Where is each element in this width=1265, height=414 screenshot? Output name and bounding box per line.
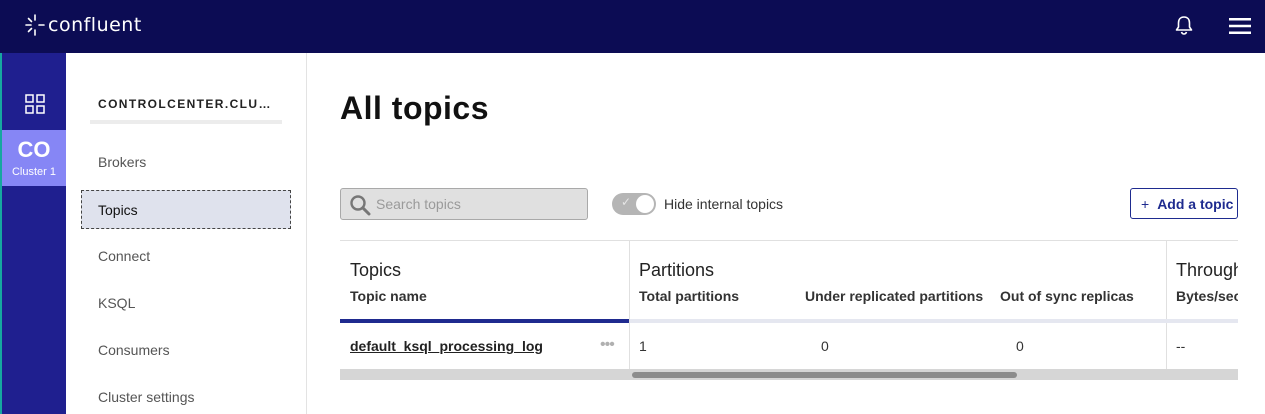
check-icon: ✓	[621, 195, 632, 209]
nav-item-connect[interactable]: Connect	[98, 248, 150, 264]
cluster-title: CONTROLCENTER.CLUSTER	[98, 97, 278, 111]
cluster-nav: CONTROLCENTER.CLUSTER Brokers Topics Con…	[66, 53, 307, 414]
cluster-title-underline	[90, 120, 282, 124]
left-rail: CO Cluster 1	[0, 53, 66, 414]
cell-under-replicated: 0	[821, 338, 829, 354]
column-divider	[629, 241, 630, 369]
cluster-name: Cluster 1	[11, 166, 57, 178]
group-header-throughput: Throughput	[1176, 260, 1238, 280]
toggle-label: Hide internal topics	[664, 196, 784, 212]
sorted-column-indicator	[340, 319, 629, 323]
horizontal-scrollbar[interactable]	[340, 369, 1238, 380]
bell-icon[interactable]	[1173, 14, 1195, 36]
search-icon	[350, 195, 371, 216]
toggle-knob	[636, 195, 654, 213]
topics-table: Topics Partitions Throughput Topic name …	[340, 240, 1238, 380]
header-bottom-border	[630, 319, 1238, 323]
column-header-under-replicated[interactable]: Under replicated partitions	[805, 288, 983, 304]
column-header-topic-name[interactable]: Topic name	[350, 288, 427, 304]
nav-item-consumers[interactable]: Consumers	[98, 342, 170, 358]
cell-out-of-sync: 0	[1016, 338, 1024, 354]
nav-item-ksql[interactable]: KSQL	[98, 295, 135, 311]
group-header-partitions: Partitions	[639, 260, 715, 280]
scrollbar-thumb[interactable]	[632, 372, 1017, 378]
nav-item-topics[interactable]: Topics	[81, 190, 291, 229]
page-title: All topics	[340, 90, 490, 126]
add-topic-label: Add a topic	[1157, 195, 1234, 212]
group-header-topics: Topics	[350, 260, 402, 280]
column-divider	[1166, 241, 1167, 369]
cell-bytes-sec: --	[1176, 338, 1186, 354]
search-box[interactable]	[340, 188, 588, 220]
column-header-total-partitions[interactable]: Total partitions	[639, 288, 739, 304]
search-input[interactable]	[376, 189, 581, 219]
cluster-abbr: CO	[17, 137, 51, 162]
nav-item-brokers[interactable]: Brokers	[98, 154, 146, 170]
topic-link[interactable]: default_ksql_processing_log	[350, 338, 543, 354]
cluster-tile[interactable]: CO Cluster 1	[2, 130, 66, 186]
add-topic-button[interactable]: + Add a topic	[1130, 188, 1238, 219]
cell-total-partitions: 1	[639, 338, 647, 354]
brand-name: confluent	[48, 14, 142, 36]
plus-icon: +	[1141, 195, 1150, 212]
confluent-logo[interactable]: confluent	[24, 13, 142, 37]
nav-item-cluster-settings[interactable]: Cluster settings	[98, 389, 194, 405]
column-header-bytes-sec[interactable]: Bytes/sec	[1176, 288, 1238, 304]
top-bar: confluent	[0, 0, 1265, 53]
more-horizontal-icon[interactable]: •••	[600, 336, 615, 354]
column-header-out-of-sync[interactable]: Out of sync replicas	[1000, 288, 1134, 304]
grid-icon[interactable]	[24, 93, 46, 115]
confluent-logo-icon	[25, 14, 45, 36]
hamburger-menu-icon[interactable]	[1229, 16, 1251, 36]
hide-internal-toggle[interactable]: ✓	[612, 193, 656, 215]
